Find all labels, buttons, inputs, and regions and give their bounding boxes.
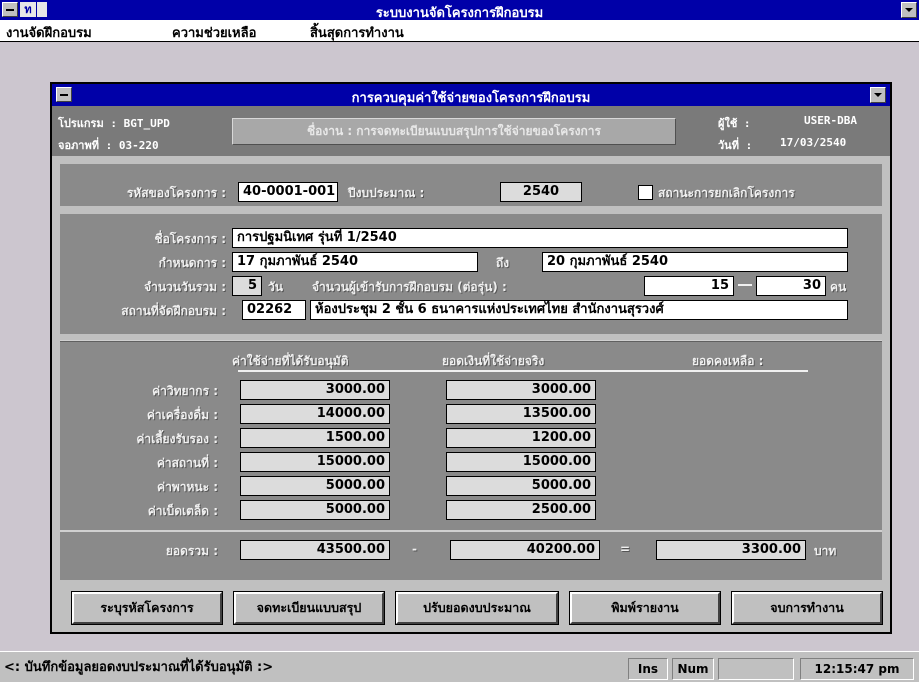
total-separator	[60, 530, 882, 532]
ins-indicator: Ins	[628, 658, 668, 680]
status-message: <: บันทึกข้อมูลยอดงบประมาณที่ได้รับอนุมั…	[4, 660, 274, 675]
app-title-bar: ท ระบบงานจัดโครงการฝึกอบรม	[0, 0, 919, 21]
header-underline	[238, 370, 808, 372]
equals-sign: =	[620, 542, 631, 556]
expense-control-window: การควบคุมค่าใช้จ่ายของโครงการฝึกอบรม โปร…	[50, 82, 892, 634]
register-summary-button[interactable]: จดทะเบียนแบบสรุป	[233, 591, 385, 625]
expense-label-venue: ค่าสถานที่ :	[156, 456, 218, 470]
dialog-header: โปรแกรม : BGT_UPD จอภาพที่ : 03-220 ชื่อ…	[52, 106, 890, 156]
col-remaining-header: ยอดคงเหลือ :	[692, 354, 764, 368]
total-approved: 43500.00	[240, 540, 390, 560]
actual-reception[interactable]: 1200.00	[446, 428, 596, 448]
menu-bar: งานจัดฝึกอบรม ความช่วยเหลือ สิ้นสุดการทำ…	[0, 20, 919, 42]
expense-label-speaker: ค่าวิทยากร :	[152, 384, 218, 398]
total-label: ยอดรวม :	[165, 544, 218, 558]
expense-label-misc: ค่าเบ็ดเตล็ด :	[147, 504, 218, 518]
dialog-minimize-button[interactable]	[870, 87, 886, 103]
print-report-button[interactable]: พิมพ์รายงาน	[569, 591, 721, 625]
module-name: ชื่องาน : การจดทะเบียนแบบสรุปการใช้จ่ายข…	[232, 118, 676, 145]
venue-code-input[interactable]: 02262	[242, 300, 306, 320]
expense-label-drinks: ค่าเครื่องดื่ม :	[146, 408, 218, 422]
approved-venue: 15000.00	[240, 452, 390, 472]
schedule-label: กำหนดการ :	[158, 256, 226, 270]
days-unit: วัน	[268, 280, 283, 294]
venue-name-field: ห้องประชุม 2 ชั้น 6 ธนาคารแห่งประเทศไทย …	[310, 300, 848, 320]
cancel-status-checkbox[interactable]	[638, 185, 653, 200]
actual-venue[interactable]: 15000.00	[446, 452, 596, 472]
expense-label-transport: ค่าพาหนะ :	[157, 480, 218, 494]
adjust-budget-button[interactable]: ปรับยอดงบประมาณ	[395, 591, 559, 625]
approved-speaker: 3000.00	[240, 380, 390, 400]
project-code-input[interactable]: 40-0001-001	[238, 182, 338, 202]
col-actual-header: ยอดเงินที่ใช้จ่ายจริง	[442, 354, 545, 368]
screen-label: จอภาพที่ : 03-220	[58, 139, 159, 152]
project-name-label: ชื่อโครงการ :	[154, 232, 226, 246]
menu-exit[interactable]: สิ้นสุดการทำงาน	[310, 22, 404, 43]
expense-label-reception: ค่าเลี้ยงรับรอง :	[136, 432, 218, 446]
approved-misc: 5000.00	[240, 500, 390, 520]
date-value: 17/03/2540	[780, 136, 847, 149]
specify-project-button[interactable]: ระบุรหัสโครงการ	[71, 591, 223, 625]
status-bar: <: บันทึกข้อมูลยอดงบประมาณที่ได้รับอนุมั…	[0, 651, 919, 682]
venue-label: สถานที่จัดฝึกอบรม :	[121, 304, 226, 318]
total-remaining: 3300.00	[656, 540, 806, 560]
panel-separator	[60, 340, 882, 342]
col-approved-header: ค่าใช้จ่ายที่ได้รับอนุมัติ	[232, 354, 349, 368]
actual-drinks[interactable]: 13500.00	[446, 404, 596, 424]
clock: 12:15:47 pm	[800, 658, 914, 680]
approved-reception: 1500.00	[240, 428, 390, 448]
num-indicator: Num	[672, 658, 714, 680]
approved-transport: 5000.00	[240, 476, 390, 496]
actual-speaker[interactable]: 3000.00	[446, 380, 596, 400]
end-date-input[interactable]: 20 กุมภาพันธ์ 2540	[542, 252, 848, 272]
menu-help[interactable]: ความช่วยเหลือ	[172, 22, 256, 43]
blank-indicator	[718, 658, 794, 680]
trainees-unit: คน	[830, 280, 847, 294]
cancel-status-label: สถานะการยกเลิกโครงการ	[658, 186, 795, 200]
menu-training[interactable]: งานจัดฝึกอบรม	[6, 22, 92, 43]
project-name-input[interactable]: การปฐมนิเทศ รุ่นที่ 1/2540	[232, 228, 848, 248]
approved-drinks: 14000.00	[240, 404, 390, 424]
minus-sign: -	[412, 542, 417, 556]
end-work-button[interactable]: จบการทำงาน	[731, 591, 883, 625]
total-actual: 40200.00	[450, 540, 600, 560]
user-label: ผู้ใช้ :	[718, 117, 751, 130]
start-date-input[interactable]: 17 กุมภาพันธ์ 2540	[232, 252, 478, 272]
dialog-title-bar: การควบคุมค่าใช้จ่ายของโครงการฝึกอบรม	[52, 84, 890, 106]
restore-button[interactable]	[901, 2, 917, 18]
to-label: ถึง	[496, 256, 510, 270]
total-days-label: จำนวนวันรวม :	[144, 280, 226, 294]
currency-unit: บาท	[814, 544, 837, 558]
total-days-field: 5	[232, 276, 262, 296]
actual-misc[interactable]: 2500.00	[446, 500, 596, 520]
program-label: โปรแกรม : BGT_UPD	[58, 117, 170, 130]
range-dash	[738, 284, 752, 286]
project-code-label: รหัสของโครงการ :	[126, 186, 226, 200]
user-value: USER-DBA	[804, 114, 857, 127]
trainees-label: จำนวนผู้เข้ารับการฝึกอบรม (ต่อรุ่น) :	[312, 280, 507, 294]
budget-year-field: 2540	[500, 182, 582, 202]
budget-year-label: ปีงบประมาณ :	[348, 186, 425, 200]
date-label: วันที่ :	[718, 139, 753, 152]
dialog-title: การควบคุมค่าใช้จ่ายของโครงการฝึกอบรม	[351, 91, 591, 106]
trainees-max-input[interactable]: 30	[756, 276, 826, 296]
trainees-min-input[interactable]: 15	[644, 276, 734, 296]
actual-transport[interactable]: 5000.00	[446, 476, 596, 496]
